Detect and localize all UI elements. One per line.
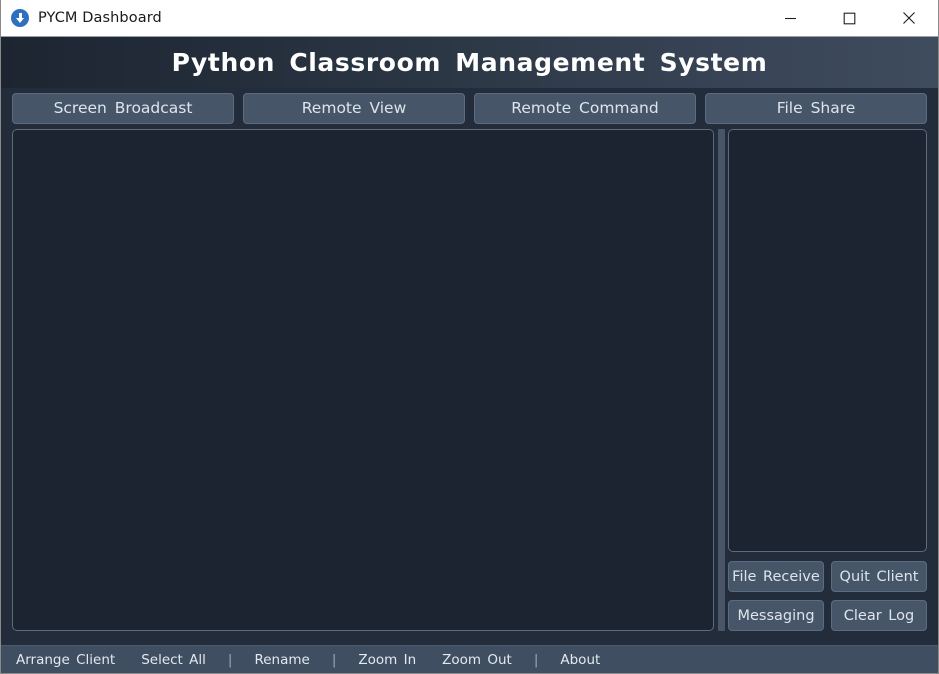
status-action-select-all[interactable]: Select All: [139, 652, 208, 668]
panel-splitter[interactable]: [714, 128, 728, 645]
messaging-button[interactable]: Messaging: [728, 600, 824, 631]
app-header-banner: Python Classroom Management System: [1, 37, 938, 88]
clear-log-button[interactable]: Clear Log: [831, 600, 927, 631]
download-circle-icon: [11, 9, 29, 27]
side-button-grid: File Receive Quit Client Messaging Clear…: [728, 561, 927, 631]
tab-remote-view[interactable]: Remote View: [243, 92, 465, 124]
status-action-rename[interactable]: Rename: [252, 652, 311, 668]
close-button[interactable]: [879, 0, 938, 36]
client-canvas-area[interactable]: [12, 129, 714, 631]
tab-screen-broadcast[interactable]: Screen Broadcast: [12, 92, 234, 124]
minimize-icon: [785, 17, 796, 19]
titlebar: PYCM Dashboard: [1, 0, 938, 37]
status-separator: |: [331, 652, 337, 668]
status-action-zoom-out[interactable]: Zoom Out: [440, 652, 514, 668]
tab-remote-command[interactable]: Remote Command: [474, 92, 696, 124]
maximize-icon: [843, 12, 856, 24]
quit-client-button[interactable]: Quit Client: [831, 561, 927, 592]
statusbar: Arrange Client Select All | Rename | Zoo…: [1, 645, 938, 674]
file-receive-button[interactable]: File Receive: [728, 561, 824, 592]
window-title: PYCM Dashboard: [38, 10, 162, 26]
status-action-zoom-in[interactable]: Zoom In: [356, 652, 418, 668]
log-list-box[interactable]: [728, 129, 927, 552]
status-separator: |: [227, 652, 233, 668]
page-title: Python Classroom Management System: [171, 48, 768, 77]
main-body: File Receive Quit Client Messaging Clear…: [1, 128, 938, 645]
maximize-button[interactable]: [820, 0, 879, 36]
app-window: PYCM Dashboard Python Classroom Manageme…: [0, 0, 939, 674]
mode-button-row: Screen Broadcast Remote View Remote Comm…: [1, 88, 938, 128]
status-action-arrange-client[interactable]: Arrange Client: [14, 652, 117, 668]
splitter-grip[interactable]: [717, 129, 725, 631]
status-separator: |: [533, 652, 539, 668]
tab-file-share[interactable]: File Share: [705, 92, 927, 124]
close-icon: [902, 12, 915, 24]
status-action-about[interactable]: About: [558, 652, 602, 668]
window-controls: [761, 0, 938, 36]
minimize-button[interactable]: [761, 0, 820, 36]
right-side-panel: File Receive Quit Client Messaging Clear…: [728, 128, 927, 645]
